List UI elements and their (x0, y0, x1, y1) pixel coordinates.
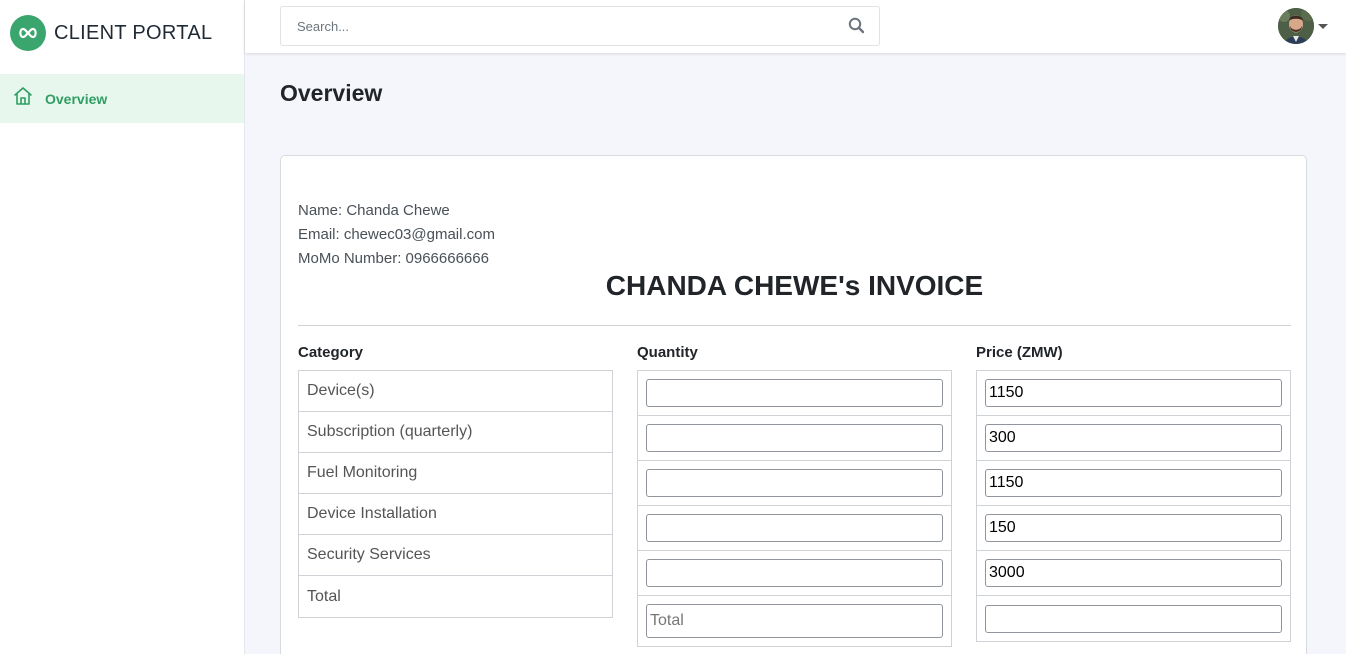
price-input-subscription[interactable] (985, 424, 1282, 452)
category-fuel-monitoring: Fuel Monitoring (299, 453, 612, 494)
client-momo-number: MoMo Number: 0966666666 (298, 250, 489, 267)
category-header: Category (298, 344, 364, 361)
quantity-input-device[interactable] (646, 379, 943, 407)
category-subscription: Subscription (quarterly) (299, 412, 612, 453)
table-row (977, 416, 1290, 461)
table-row (638, 461, 951, 506)
chevron-down-icon (1318, 23, 1328, 29)
category-total: Total (307, 587, 341, 605)
client-info: Name: Chanda Chewe Email: chewec03@gmail… (298, 199, 495, 271)
home-icon (13, 86, 33, 111)
price-table (976, 370, 1291, 642)
table-row (638, 371, 951, 416)
table-row (977, 371, 1290, 416)
client-email: Email: chewec03@gmail.com (298, 226, 495, 243)
price-column: Price (ZMW) (976, 344, 1291, 642)
category-security-services: Security Services (299, 535, 612, 576)
sidebar-item-label: Overview (45, 90, 108, 107)
sidebar: CLIENT PORTAL Overview (0, 0, 245, 654)
quantity-total-input[interactable] (646, 604, 943, 638)
search-input[interactable] (281, 7, 821, 45)
table-row (977, 461, 1290, 506)
top-header (245, 0, 1346, 53)
price-input-fuel-monitoring[interactable] (985, 469, 1282, 497)
quantity-input-security-services[interactable] (646, 559, 943, 587)
category-table: Device(s) Subscription (quarterly) Fuel … (298, 370, 613, 618)
invoice-title: CHANDA CHEWE's INVOICE (605, 270, 984, 301)
price-header: Price (ZMW) (976, 344, 1063, 361)
price-total-input[interactable] (985, 604, 1282, 633)
search-bar (280, 6, 880, 46)
table-row (977, 551, 1290, 596)
price-input-device-installation[interactable] (985, 514, 1282, 542)
table-row (638, 596, 951, 646)
avatar[interactable] (1278, 8, 1314, 44)
table-row (638, 416, 951, 461)
quantity-input-device-installation[interactable] (646, 514, 943, 542)
quantity-column: Quantity (637, 344, 952, 647)
quantity-table (637, 370, 952, 647)
search-icon[interactable] (847, 16, 867, 36)
price-input-device[interactable] (985, 379, 1282, 407)
user-menu[interactable] (1278, 8, 1328, 44)
table-row (638, 506, 951, 551)
table-row (977, 596, 1290, 641)
invoice-card: Name: Chanda Chewe Email: chewec03@gmail… (280, 155, 1307, 654)
client-name: Name: Chanda Chewe (298, 202, 450, 219)
category-device: Device(s) (299, 371, 612, 412)
page-title: Overview (280, 80, 383, 106)
brand-name: CLIENT PORTAL (54, 21, 213, 44)
table-row (977, 506, 1290, 551)
category-column: Category Device(s) Subscription (quarter… (298, 344, 613, 618)
infinity-logo-icon (10, 15, 46, 51)
sidebar-item-overview[interactable]: Overview (0, 74, 244, 123)
quantity-input-fuel-monitoring[interactable] (646, 469, 943, 497)
quantity-header: Quantity (637, 344, 698, 361)
price-input-security-services[interactable] (985, 559, 1282, 587)
quantity-input-subscription[interactable] (646, 424, 943, 452)
table-row (638, 551, 951, 596)
divider (298, 325, 1291, 326)
category-device-installation: Device Installation (299, 494, 612, 535)
brand[interactable]: CLIENT PORTAL (0, 0, 244, 66)
